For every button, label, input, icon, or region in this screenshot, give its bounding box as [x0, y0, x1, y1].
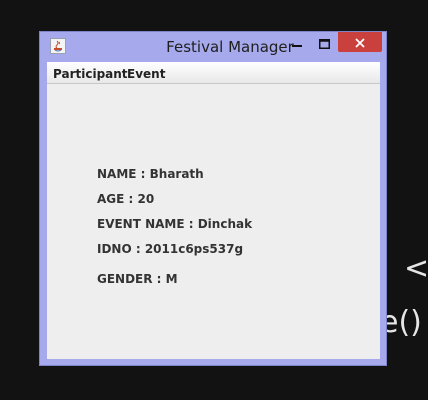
participant-name-label: NAME : Bharath: [97, 167, 204, 181]
close-button[interactable]: [338, 32, 382, 52]
participant-gender-label: GENDER : M: [97, 272, 178, 286]
window-content: Participant Event NAME : Bharath AGE : 2…: [47, 62, 380, 359]
participant-id-label: IDNO : 2011c6ps537g: [97, 242, 244, 256]
menu-bar: Participant Event: [47, 62, 380, 84]
app-window: Festival Manager Participant Event NAME …: [39, 31, 387, 366]
background-glyph: <: [404, 251, 428, 286]
maximize-button[interactable]: [316, 33, 332, 53]
participant-age-label: AGE : 20: [97, 192, 155, 206]
close-icon: [355, 33, 365, 52]
minimize-button[interactable]: [290, 33, 304, 53]
minimize-icon: [292, 34, 302, 53]
window-title: Festival Manager: [166, 38, 294, 56]
menu-event[interactable]: Event: [127, 67, 165, 81]
participant-event-label: EVENT NAME : Dinchak: [97, 217, 253, 231]
menu-participant[interactable]: Participant: [53, 67, 128, 81]
maximize-icon: [318, 34, 330, 53]
title-bar[interactable]: Festival Manager: [40, 32, 386, 62]
